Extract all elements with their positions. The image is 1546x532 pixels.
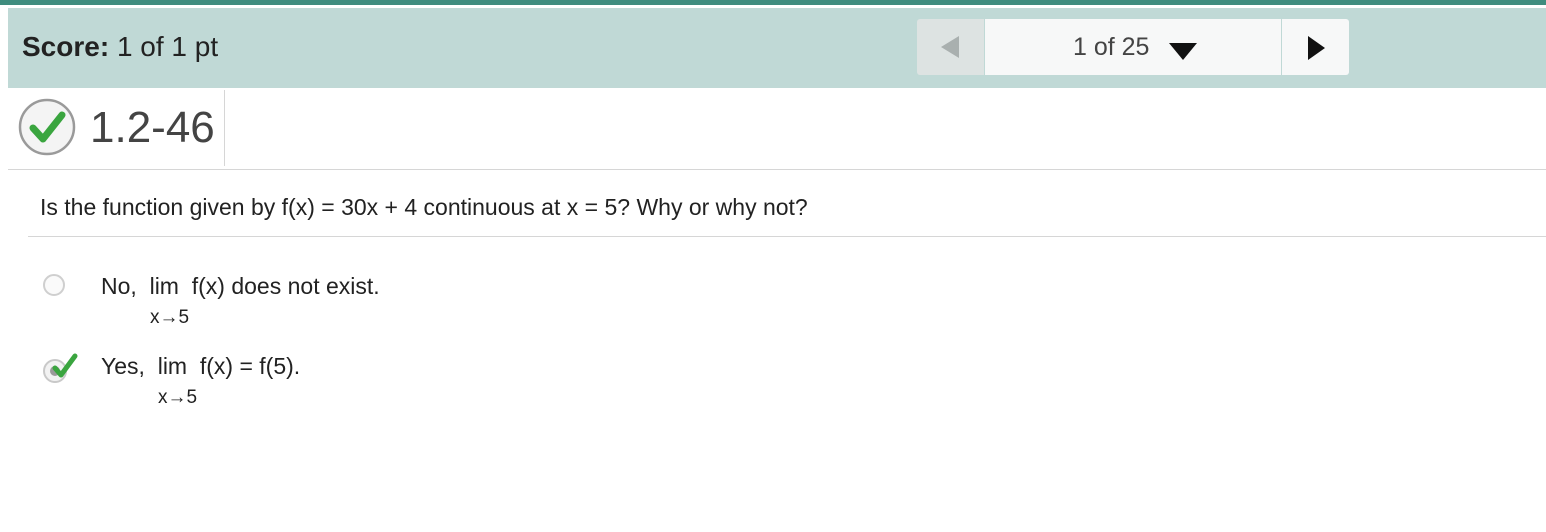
radio-button[interactable]	[43, 274, 65, 296]
question-position-label: 1 of 25	[1073, 33, 1150, 61]
limit-subscript: x→5	[150, 307, 190, 328]
option-prefix: No,	[101, 273, 137, 299]
option-expression: f(x) does not exist.	[191, 273, 380, 299]
check-circle-icon	[18, 98, 76, 156]
triangle-right-icon	[1308, 36, 1325, 60]
divider	[28, 236, 1546, 237]
score-label: Score:	[22, 31, 110, 62]
triangle-left-icon	[941, 36, 959, 58]
option-prefix: Yes,	[101, 353, 145, 379]
divider	[8, 169, 1546, 170]
score-display: Score: 1 of 1 pt	[22, 30, 218, 64]
option-text: Yes, lim f(x) = f(5).	[101, 351, 300, 381]
option-text: No, lim f(x) does not exist.	[101, 271, 380, 301]
question-text: Is the function given by f(x) = 30x + 4 …	[40, 194, 808, 220]
answer-option-no[interactable]: No, lim f(x) does not exist. x→5	[40, 270, 640, 340]
limit-operator: lim	[149, 273, 179, 299]
caret-down-icon	[1169, 43, 1197, 60]
score-bar: Score: 1 of 1 pt 1 of 25	[8, 8, 1546, 88]
top-accent-stripe	[0, 0, 1546, 5]
next-question-button[interactable]	[1282, 19, 1349, 75]
selected-correct-radio-icon[interactable]	[42, 352, 78, 386]
question-review-page: Score: 1 of 1 pt 1 of 25 1.2-46 Is the f…	[0, 0, 1546, 532]
answer-option-yes[interactable]: Yes, lim f(x) = f(5). x→5	[40, 350, 640, 420]
limit-operator: lim	[157, 353, 188, 379]
score-value: 1 of 1 pt	[116, 31, 219, 62]
limit-subscript: x→5	[158, 387, 198, 408]
question-header: 1.2-46	[8, 88, 1546, 168]
header-divider	[224, 90, 225, 166]
option-expression: f(x) = f(5).	[199, 353, 301, 379]
question-navigator: 1 of 25	[917, 19, 1349, 75]
previous-question-button[interactable]	[917, 19, 984, 75]
question-select-dropdown[interactable]: 1 of 25	[985, 19, 1281, 75]
question-id: 1.2-46	[90, 103, 215, 152]
